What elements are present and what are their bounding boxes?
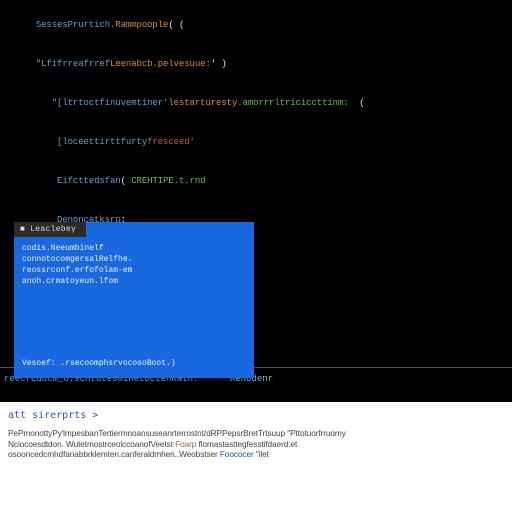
popup-line: connotocomgersalRelfhe. <box>22 254 246 265</box>
token: Leenabcb.pelvesuue: <box>110 59 211 69</box>
popup-body: codis.Neeumbinelf connotocomgersalRelfhe… <box>14 237 254 293</box>
token: ( <box>121 176 132 186</box>
popup-line: reossrconf.erfofolam-em <box>22 265 246 276</box>
code-line: "LfifrreafrrefLeenabcb.pelvesuue:' ) <box>4 45 508 84</box>
keyword: Foarp <box>175 439 196 449</box>
token: "[ltrtoctfinuvemtiner' <box>36 98 169 108</box>
code-line: [loceettirttfurtyfresceed' <box>4 123 508 162</box>
text: PePmonottyPy'lmpesbanTertiermnoansuseanr… <box>8 428 346 438</box>
code-editor-pane: SessesPrurtich.Rammpoople( ( "Lfifrreafr… <box>0 0 512 402</box>
popup-titlebar[interactable]: ■ Leaclebey <box>14 222 254 237</box>
token: SessesPrurtich. <box>36 20 116 30</box>
token: ( <box>349 98 365 108</box>
text: osooncedcmhdfanabbrklemten.canferaldmhen… <box>8 449 220 459</box>
lower-paragraph: PePmonottyPy'lmpesbanTertiermnoansuseanr… <box>8 428 504 439</box>
text: "ilet <box>254 449 269 459</box>
popup-footer: Vesoef: .rsecoomphsrvocosoBoot.) <box>22 359 176 368</box>
token: CREHTIPE.t.rnd <box>131 176 205 186</box>
token: Eifcttedsfan <box>36 176 121 186</box>
lower-paragraph: Nciocoesdtdon. WutetmostrceolccoanofVeet… <box>8 439 504 450</box>
lower-pane: att sirerprts > PePmonottyPy'lmpesbanTer… <box>0 402 512 460</box>
popup-panel[interactable]: ■ Leaclebey codis.Neeumbinelf connotocom… <box>14 222 254 378</box>
token: ' ) <box>211 59 227 69</box>
code-line: "[ltrtoctfinuvemtiner'lestarturesty.amor… <box>4 84 508 123</box>
token: Rammpoople <box>115 20 168 30</box>
popup-line: anoh.crmatoyeun.lfom <box>22 276 246 287</box>
token: "Lfifrreafrref <box>36 59 110 69</box>
text: Nciocoesdtdon. WutetmostrceolccoanofVeet… <box>8 439 175 449</box>
code-line: SessesPrurtich.Rammpoople( ( <box>4 6 508 45</box>
token: ( ( <box>168 20 184 30</box>
text: flomastasttegfesstifdaerd:et <box>199 439 298 449</box>
popup-line: codis.Neeumbinelf <box>22 243 246 254</box>
token: fresceed' <box>147 137 195 147</box>
token: lestarturesty. <box>168 98 242 108</box>
code-line: Eifcttedsfan( CREHTIPE.t.rnd <box>4 162 508 201</box>
lower-heading: att sirerprts > <box>8 410 504 424</box>
token: amorrrltriciccttinm: <box>243 98 349 108</box>
token: [loceettirttfurty <box>36 137 147 147</box>
lower-paragraph: osooncedcmhdfanabbrklemten.canferaldmhen… <box>8 449 504 460</box>
popup-tab[interactable]: ■ Leaclebey <box>14 222 86 237</box>
keyword: Foococer <box>220 449 254 459</box>
